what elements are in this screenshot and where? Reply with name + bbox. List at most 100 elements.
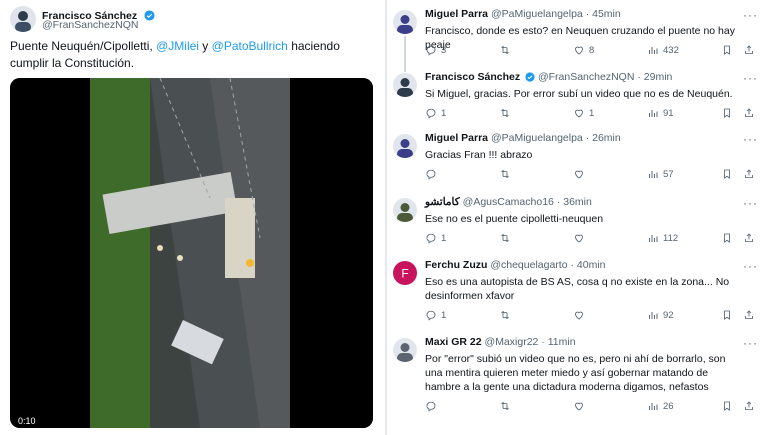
- reply-time[interactable]: 26min: [592, 132, 621, 144]
- reply-item[interactable]: Miguel Parra @PaMiguelangelpa · 45min ··…: [387, 8, 770, 60]
- avatar[interactable]: [393, 198, 417, 222]
- bookmark-button[interactable]: [721, 309, 733, 321]
- reply-icon: [426, 169, 436, 180]
- avatar[interactable]: F: [393, 261, 417, 285]
- reply-time[interactable]: 40min: [577, 259, 606, 271]
- reply-icon: [426, 401, 436, 412]
- share-button[interactable]: [743, 232, 755, 244]
- reply-time[interactable]: 11min: [548, 336, 576, 348]
- views-button[interactable]: 91: [647, 107, 674, 119]
- share-button[interactable]: [743, 400, 755, 412]
- reply-author-name[interactable]: Ferchu Zuzu: [425, 259, 487, 271]
- more-options-icon[interactable]: ···: [743, 8, 758, 22]
- verified-badge-icon: [525, 72, 535, 85]
- reply-actions: 1 1 91: [425, 107, 755, 121]
- avatar[interactable]: [10, 6, 36, 32]
- views-chart-icon: [649, 110, 658, 117]
- reply-item[interactable]: Maxi GR 22 @Maxigr22 · 11min ··· Por "er…: [387, 336, 770, 416]
- share-button[interactable]: [743, 107, 755, 119]
- views-count: 57: [663, 168, 674, 180]
- reply-dot: ·: [585, 8, 590, 20]
- share-button[interactable]: [743, 44, 755, 56]
- avatar[interactable]: [393, 338, 417, 362]
- more-options-icon[interactable]: ···: [743, 132, 758, 146]
- more-options-icon[interactable]: ···: [743, 196, 758, 210]
- more-options-icon[interactable]: ···: [743, 71, 758, 85]
- reply-icon: [426, 233, 436, 244]
- reply-button[interactable]: [425, 400, 441, 412]
- bookmark-button[interactable]: [721, 400, 733, 412]
- reply-dot: ·: [541, 336, 545, 348]
- video-frame: [10, 78, 373, 428]
- reply-author-handle[interactable]: @PaMiguelangelpa: [491, 132, 583, 144]
- reply-count: 1: [441, 107, 447, 119]
- retweet-icon: [501, 310, 509, 320]
- reply-author-handle[interactable]: @PaMiguelangelpa: [491, 8, 583, 20]
- views-count: 91: [663, 107, 674, 119]
- views-button[interactable]: 432: [647, 44, 679, 56]
- reply-author-name[interactable]: كاماتشو: [425, 196, 460, 208]
- reply-button[interactable]: [425, 168, 441, 180]
- share-button[interactable]: [743, 168, 755, 180]
- like-button[interactable]: 1: [573, 107, 594, 119]
- reply-time[interactable]: 29min: [644, 71, 673, 83]
- like-button[interactable]: 8: [573, 44, 594, 56]
- reply-time[interactable]: 45min: [592, 8, 621, 20]
- like-button[interactable]: [573, 309, 589, 321]
- author-handle[interactable]: @FranSanchezNQN: [42, 19, 138, 31]
- views-count: 92: [663, 309, 674, 321]
- reply-text: Gracias Fran !!! abrazo: [425, 149, 533, 161]
- views-button[interactable]: 92: [647, 309, 674, 321]
- avatar[interactable]: [393, 134, 417, 158]
- reply-author-name[interactable]: Francisco Sánchez: [425, 71, 520, 83]
- retweet-button[interactable]: [499, 107, 515, 119]
- views-button[interactable]: 112: [647, 232, 678, 244]
- reply-item[interactable]: F Ferchu Zuzu @chequelagarto · 40min ···…: [387, 259, 770, 325]
- views-count: 112: [663, 232, 679, 244]
- mention-link[interactable]: @PatoBullrich: [212, 39, 288, 53]
- reply-button[interactable]: 1: [425, 107, 446, 119]
- retweet-button[interactable]: [499, 309, 515, 321]
- bookmark-button[interactable]: [721, 232, 733, 244]
- reply-actions: 26: [425, 400, 755, 414]
- reply-author-handle[interactable]: @FranSanchezNQN: [538, 71, 634, 83]
- like-button[interactable]: [573, 400, 589, 412]
- reply-item[interactable]: Francisco Sánchez @FranSanchezNQN · 29mi…: [387, 71, 770, 123]
- reply-header: Maxi GR 22 @Maxigr22 · 11min: [425, 336, 576, 348]
- views-button[interactable]: 57: [647, 168, 674, 180]
- retweet-button[interactable]: [499, 232, 515, 244]
- reply-author-handle[interactable]: @AgusCamacho16: [463, 196, 554, 208]
- mention-link[interactable]: @JMilei: [156, 39, 199, 53]
- views-count: 26: [663, 400, 674, 412]
- more-options-icon[interactable]: ···: [743, 259, 758, 273]
- reply-time[interactable]: 36min: [563, 196, 592, 208]
- more-options-icon[interactable]: ···: [743, 336, 758, 350]
- reply-item[interactable]: كاماتشو @AgusCamacho16 · 36min ··· Ese n…: [387, 196, 770, 248]
- reply-actions: 1 112: [425, 232, 755, 246]
- retweet-button[interactable]: [499, 168, 515, 180]
- reply-author-handle[interactable]: @chequelagarto: [490, 259, 567, 271]
- bookmark-button[interactable]: [721, 44, 733, 56]
- reply-button[interactable]: 3: [425, 44, 446, 56]
- video-player[interactable]: 0:10: [10, 78, 373, 428]
- avatar-letter: F: [401, 267, 408, 281]
- reply-header: Miguel Parra @PaMiguelangelpa · 26min: [425, 132, 621, 144]
- views-button[interactable]: 26: [647, 400, 674, 412]
- bookmark-button[interactable]: [721, 168, 733, 180]
- retweet-button[interactable]: [499, 400, 515, 412]
- reply-button[interactable]: 1: [425, 309, 446, 321]
- like-button[interactable]: [573, 168, 589, 180]
- reply-author-name[interactable]: Miguel Parra: [425, 132, 488, 144]
- reply-author-handle[interactable]: @Maxigr22: [485, 336, 539, 348]
- bookmark-button[interactable]: [721, 107, 733, 119]
- retweet-icon: [501, 45, 509, 55]
- share-button[interactable]: [743, 309, 755, 321]
- reply-item[interactable]: Miguel Parra @PaMiguelangelpa · 26min ··…: [387, 132, 770, 184]
- avatar[interactable]: [393, 10, 417, 34]
- retweet-button[interactable]: [499, 44, 515, 56]
- reply-author-name[interactable]: Maxi GR 22: [425, 336, 482, 348]
- reply-button[interactable]: 1: [425, 232, 446, 244]
- like-button[interactable]: [573, 232, 589, 244]
- reply-author-name[interactable]: Miguel Parra: [425, 8, 488, 20]
- avatar[interactable]: [393, 73, 417, 97]
